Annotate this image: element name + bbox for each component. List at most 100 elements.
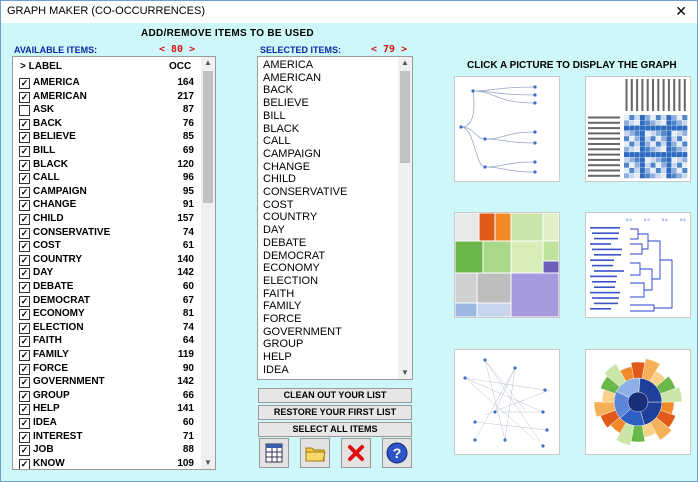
tree-graph-preview[interactable] — [454, 76, 560, 182]
selected-item[interactable]: GROUP — [263, 338, 303, 351]
item-checkbox[interactable]: ✓ — [19, 377, 30, 389]
selected-item[interactable]: IDEA — [263, 364, 289, 377]
heatmap-preview[interactable] — [585, 76, 691, 182]
scroll-up-icon[interactable]: ▲ — [398, 57, 412, 69]
item-checkbox[interactable]: ✓ — [19, 186, 30, 198]
item-checkbox[interactable]: ✓ — [19, 200, 30, 212]
scroll-down-icon[interactable]: ▼ — [398, 367, 412, 379]
selected-item[interactable]: COUNTRY — [263, 211, 317, 224]
available-item-row[interactable]: ✓ DEBATE 60 — [13, 281, 200, 294]
available-item-row[interactable]: ✓ CHANGE 91 — [13, 199, 200, 212]
selected-item[interactable]: CONSERVATIVE — [263, 186, 347, 199]
open-folder-button[interactable] — [300, 438, 330, 468]
available-item-row[interactable]: ✓ DEMOCRAT 67 — [13, 295, 200, 308]
scroll-down-icon[interactable]: ▼ — [201, 457, 215, 469]
available-item-row[interactable]: ✓ CHILD 157 — [13, 213, 200, 226]
available-item-row[interactable]: ✓ BILL 69 — [13, 145, 200, 158]
item-checkbox[interactable]: ✓ — [19, 132, 30, 144]
scroll-thumb[interactable] — [400, 71, 410, 163]
occ-column-header[interactable]: OCC — [169, 61, 191, 72]
item-checkbox[interactable]: ✓ — [19, 404, 30, 416]
treemap-preview[interactable] — [454, 212, 560, 318]
item-checkbox[interactable]: ✓ — [19, 445, 30, 457]
selected-item[interactable]: BACK — [263, 84, 293, 97]
select-all-items-button[interactable]: SELECT ALL ITEMS — [258, 422, 412, 437]
item-checkbox[interactable]: ✓ — [19, 91, 30, 103]
available-item-row[interactable]: ✓ GOVERNMENT 142 — [13, 376, 200, 389]
available-item-row[interactable]: ✓ INTEREST 71 — [13, 431, 200, 444]
available-item-row[interactable]: ✓ KNOW 109 — [13, 458, 200, 469]
item-checkbox[interactable]: ✓ — [19, 431, 30, 443]
item-checkbox[interactable]: ✓ — [19, 363, 30, 375]
available-list-scrollbar[interactable]: ▲ ▼ — [201, 57, 215, 469]
item-checkbox[interactable]: ✓ — [19, 173, 30, 185]
help-button[interactable]: ? — [382, 438, 412, 468]
selected-item[interactable]: GOVERNMENT — [263, 326, 342, 339]
item-checkbox[interactable]: ✓ — [19, 214, 30, 225]
selected-items-list[interactable]: AMERICA AMERICAN BACK BELIEVE BILL BLACK CALL C… — [257, 56, 413, 380]
item-checkbox[interactable]: ✓ — [19, 322, 30, 334]
item-checkbox[interactable]: ✓ — [19, 118, 30, 130]
item-checkbox[interactable]: ✓ — [19, 295, 30, 307]
item-checkbox[interactable]: ✓ — [19, 227, 30, 239]
available-item-row[interactable]: ✓ BELIEVE 85 — [13, 131, 200, 144]
item-checkbox[interactable]: ✓ — [19, 390, 30, 402]
selected-item[interactable]: BELIEVE — [263, 97, 309, 110]
item-checkbox[interactable]: ✓ — [19, 458, 30, 469]
available-item-row[interactable]: ✓ HELP 141 — [13, 403, 200, 416]
available-item-row[interactable]: ✓ COST 61 — [13, 240, 200, 253]
item-checkbox[interactable] — [19, 105, 30, 117]
selected-item[interactable]: CHILD — [263, 173, 296, 186]
selected-item[interactable]: AMERICAN — [263, 72, 321, 85]
available-item-row[interactable]: ✓ IDEA 60 — [13, 417, 200, 430]
item-checkbox[interactable]: ✓ — [19, 254, 30, 266]
item-checkbox[interactable]: ✓ — [19, 350, 30, 361]
label-column-header[interactable]: > LABEL — [20, 61, 62, 72]
item-checkbox[interactable]: ✓ — [19, 146, 30, 157]
available-item-row[interactable]: ✓ ECONOMY 81 — [13, 308, 200, 321]
selected-item[interactable]: CAMPAIGN — [263, 148, 321, 161]
table-button[interactable] — [259, 438, 289, 468]
scroll-up-icon[interactable]: ▲ — [201, 57, 215, 69]
selected-item[interactable]: ECONOMY — [263, 262, 320, 275]
restore-first-list-button[interactable]: RESTORE YOUR FIRST LIST — [258, 405, 412, 420]
selected-item[interactable]: AMERICA — [263, 59, 313, 72]
selected-item[interactable]: DEBATE — [263, 237, 306, 250]
network-preview[interactable] — [454, 349, 560, 455]
dendrogram-preview[interactable]: 0.0 0.2 0.4 0.6 — [585, 212, 691, 318]
selected-item[interactable]: CHANGE — [263, 161, 310, 174]
selected-item[interactable]: DAY — [263, 224, 285, 237]
available-item-row[interactable]: ASK 87 — [13, 104, 200, 117]
delete-button[interactable] — [341, 438, 371, 468]
item-checkbox[interactable]: ✓ — [19, 78, 30, 89]
available-item-row[interactable]: ✓ AMERICA 164 — [13, 77, 200, 90]
available-items-list[interactable]: > LABEL OCC ✓ AMERICA 164 ✓ AMERICAN 217 ASK 87… — [12, 56, 216, 470]
available-item-row[interactable]: ✓ FAITH 64 — [13, 335, 200, 348]
item-checkbox[interactable]: ✓ — [19, 418, 30, 429]
selected-item[interactable]: BILL — [263, 110, 286, 123]
available-item-row[interactable]: ✓ CAMPAIGN 95 — [13, 186, 200, 199]
available-item-row[interactable]: ✓ FAMILY 119 — [13, 349, 200, 362]
item-checkbox[interactable]: ✓ — [19, 159, 30, 171]
available-item-row[interactable]: ✓ CONSERVATIVE 74 — [13, 227, 200, 240]
available-item-row[interactable]: ✓ CALL 96 — [13, 172, 200, 185]
selected-item[interactable]: FORCE — [263, 313, 302, 326]
selected-item[interactable]: FAITH — [263, 288, 294, 301]
sunburst-preview[interactable] — [585, 349, 691, 455]
available-item-row[interactable]: ✓ AMERICAN 217 — [13, 91, 200, 104]
available-item-row[interactable]: ✓ GROUP 66 — [13, 390, 200, 403]
available-item-row[interactable]: ✓ DAY 142 — [13, 267, 200, 280]
selected-item[interactable]: ELECTION — [263, 275, 318, 288]
scroll-thumb[interactable] — [203, 71, 213, 203]
available-item-row[interactable]: ✓ BLACK 120 — [13, 159, 200, 172]
available-item-row[interactable]: ✓ JOB 88 — [13, 444, 200, 457]
selected-item[interactable]: DEMOCRAT — [263, 250, 325, 263]
available-item-row[interactable]: ✓ COUNTRY 140 — [13, 254, 200, 267]
selected-item[interactable]: HELP — [263, 351, 292, 364]
item-checkbox[interactable]: ✓ — [19, 309, 30, 321]
selected-item[interactable]: FAMILY — [263, 300, 301, 313]
selected-item[interactable]: BLACK — [263, 123, 299, 136]
available-item-row[interactable]: ✓ ELECTION 74 — [13, 322, 200, 335]
selected-list-scrollbar[interactable]: ▲ ▼ — [398, 57, 412, 379]
selected-item[interactable]: CALL — [263, 135, 291, 148]
